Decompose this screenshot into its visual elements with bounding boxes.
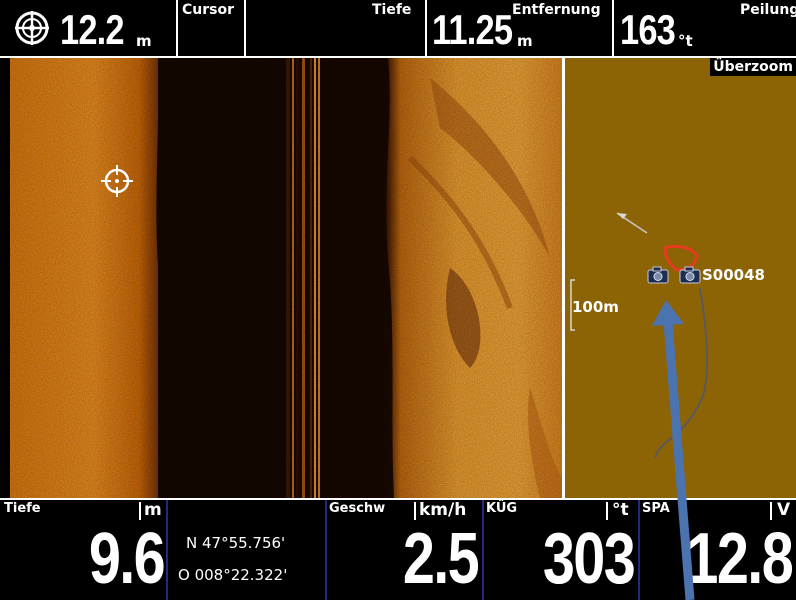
depth-value: 9.6	[88, 519, 166, 599]
cog-unit: °t	[612, 500, 629, 520]
side-imaging-view[interactable]	[10, 58, 562, 498]
speed-label: Geschw	[329, 501, 386, 516]
cursor-depth-readout: 11.25	[432, 6, 513, 53]
divider	[425, 0, 427, 56]
divider	[638, 500, 640, 600]
camera-icon[interactable]	[679, 266, 701, 284]
divider	[612, 0, 614, 56]
latitude: N 47°55.756'	[186, 534, 286, 552]
speed-unit: km/h	[419, 500, 467, 520]
voltage-unit: V	[777, 500, 791, 520]
cog-label: KÜG	[486, 501, 518, 516]
bearing-unit: °t	[678, 32, 693, 50]
depth-unit: m	[136, 32, 152, 50]
depth-readout: 12.2	[60, 6, 125, 53]
divider	[176, 0, 178, 56]
depth-unit: m	[144, 500, 162, 520]
chart-view[interactable]: Überzoom 100m S00048	[565, 58, 796, 498]
crosshair-icon[interactable]	[14, 10, 50, 46]
longitude: O 008°22.322'	[178, 566, 288, 584]
divider	[482, 500, 484, 600]
tiefe-label: Tiefe	[372, 2, 412, 18]
sonar-image	[10, 58, 562, 498]
divider	[244, 0, 246, 56]
camera-icon[interactable]	[647, 266, 669, 284]
cursor-label: Cursor	[182, 2, 235, 18]
peilung-label: Peilung	[740, 2, 796, 18]
divider	[166, 500, 168, 600]
divider	[325, 500, 327, 600]
speed-value: 2.5	[402, 519, 480, 599]
cog-value: 303	[542, 519, 636, 599]
scale-label: 100m	[572, 298, 619, 316]
voltage-label: SPA	[642, 501, 670, 516]
entfernung-label: Entfernung	[512, 2, 601, 18]
cursor-depth-unit: m	[517, 32, 533, 50]
sonar-cursor-crosshair-icon[interactable]	[100, 164, 134, 198]
voltage-value: 12.8	[686, 519, 793, 599]
bearing-readout: 163	[620, 6, 676, 53]
bottom-data-bar: Tiefe m 9.6 N 47°55.756' O 008°22.322' G…	[0, 500, 796, 600]
waypoint-label[interactable]: S00048	[702, 266, 765, 284]
depth-label: Tiefe	[4, 501, 41, 516]
top-status-bar: 12.2 m Cursor Tiefe 11.25 m Entfernung 1…	[0, 0, 796, 56]
